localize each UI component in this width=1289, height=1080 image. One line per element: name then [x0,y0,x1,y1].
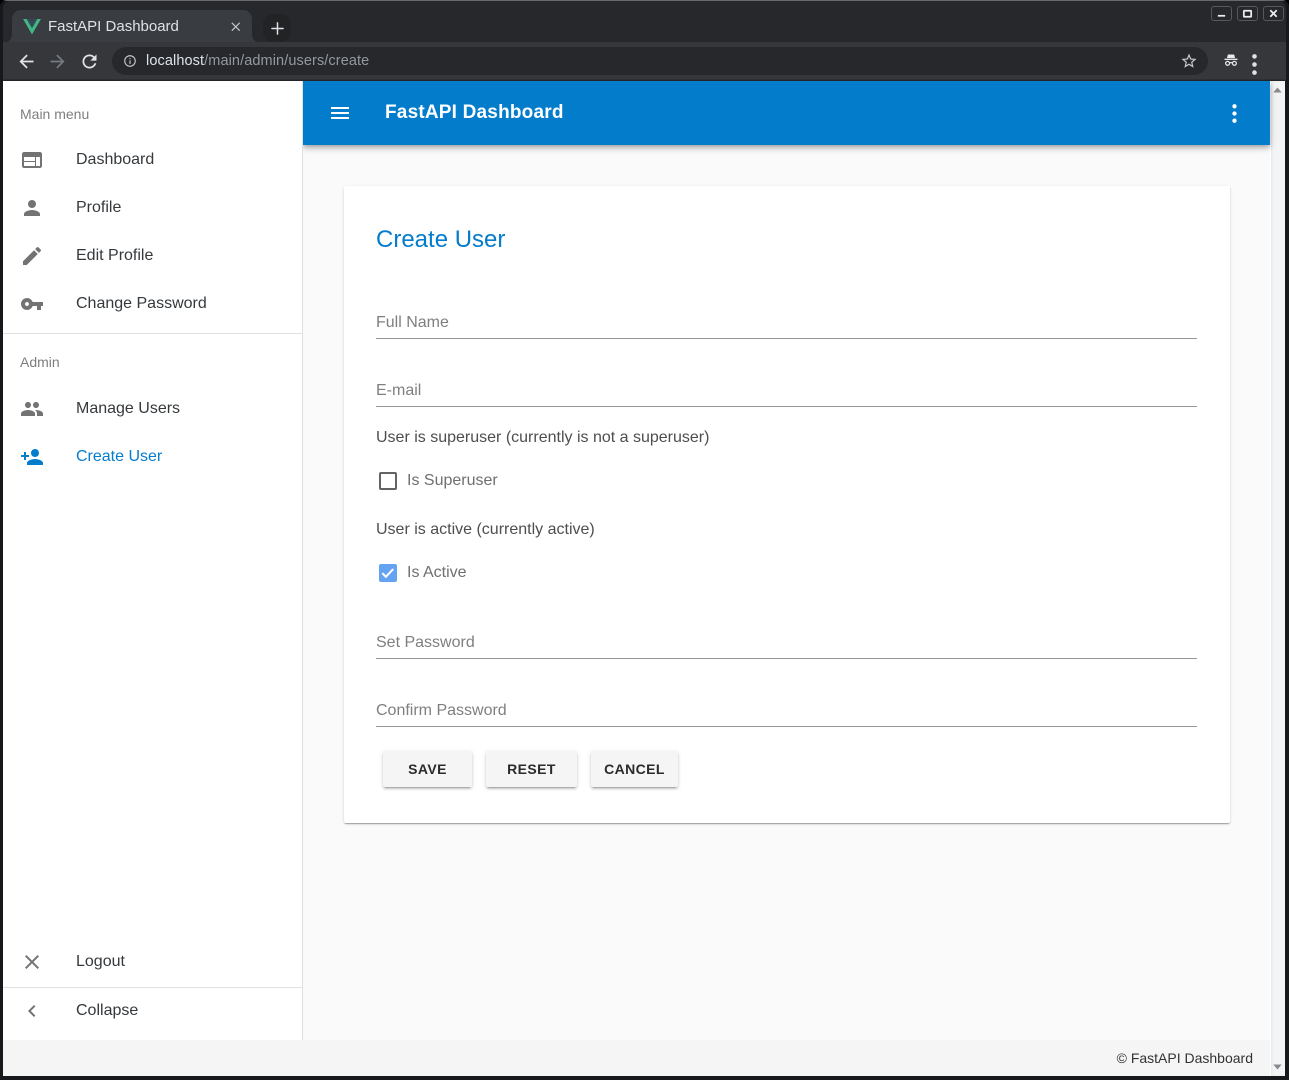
scrollbar-up-arrow[interactable] [1273,87,1282,93]
window-maximize-button[interactable] [1237,6,1258,21]
web-icon [20,148,44,172]
sidebar-caption-main-menu: Main menu [20,106,89,122]
person-icon [20,196,44,220]
page-viewport: FastAPI Dashboard Create User Full Name … [3,81,1285,1076]
window-controls [1211,6,1284,21]
sidebar-item-change-password[interactable]: Change Password [3,280,302,328]
reload-button[interactable] [79,51,100,72]
sidebar-item-label: Change Password [76,295,207,313]
browser-menu-icon[interactable] [1244,54,1265,75]
sidebar-item-profile[interactable]: Profile [3,184,302,232]
sidebar-item-dashboard[interactable]: Dashboard [3,136,302,184]
full-name-field[interactable]: Full Name [376,308,1197,339]
appbar-kebab-icon[interactable] [1232,104,1237,123]
window-close-button[interactable] [1263,6,1284,21]
browser-window: FastAPI Dashboard localhost/main/admin/u… [0,0,1289,1080]
forward-button[interactable] [47,51,68,72]
superuser-checkbox-row: Is Superuser [379,472,498,490]
sidebar-item-collapse[interactable]: Collapse [3,987,302,1035]
card-title: Create User [376,226,505,254]
sidebar-item-label: Profile [76,199,121,217]
incognito-icon [1224,54,1238,66]
set-password-field[interactable]: Set Password [376,628,1197,659]
active-checkbox[interactable] [379,564,397,582]
page-footer: © FastAPI Dashboard [3,1040,1270,1076]
main-content: Create User Full Name E-mail User is sup… [303,145,1270,1040]
browser-tab-strip: FastAPI Dashboard [3,1,1286,42]
create-user-card: Create User Full Name E-mail User is sup… [344,186,1230,823]
confirm-password-field[interactable]: Confirm Password [376,696,1197,727]
sidebar-item-label: Manage Users [76,400,180,418]
page-scrollbar[interactable] [1270,81,1285,1076]
screenshot: FastAPI Dashboard localhost/main/admin/u… [0,0,1289,1080]
full-name-placeholder: Full Name [376,314,449,332]
back-button[interactable] [16,51,37,72]
appbar-title: FastAPI Dashboard [385,102,564,124]
sidebar-item-create-user[interactable]: Create User [3,433,302,481]
scrollbar-down-arrow[interactable] [1273,1064,1282,1070]
superuser-helper-text: User is superuser (currently is not a su… [376,429,709,447]
url-host: localhost [146,53,204,69]
active-helper-text: User is active (currently active) [376,521,595,539]
url-path: /main/admin/users/create [204,53,369,69]
bookmark-star-icon[interactable] [1180,52,1198,75]
vue-favicon [23,19,41,35]
sidebar-item-label: Collapse [76,1002,138,1020]
superuser-checkbox[interactable] [379,472,397,490]
url-text: localhost/main/admin/users/create [146,53,369,69]
browser-toolbar: localhost/main/admin/users/create [3,42,1286,81]
sidebar-item-edit-profile[interactable]: Edit Profile [3,232,302,280]
superuser-checkbox-label: Is Superuser [407,472,498,490]
sidebar-item-label: Logout [76,953,125,971]
new-tab-button[interactable] [263,14,291,42]
save-button[interactable]: SAVE [383,751,472,787]
active-checkbox-row: Is Active [379,564,467,582]
button-row: SAVE RESET CANCEL [344,751,1230,787]
sidebar-item-label: Edit Profile [76,247,153,265]
sidebar-divider [3,333,302,334]
set-password-placeholder: Set Password [376,634,475,652]
browser-tab[interactable]: FastAPI Dashboard [12,10,252,43]
sidebar-item-label: Create User [76,448,162,466]
key-icon [20,292,44,316]
people-icon [20,397,44,421]
tab-close-icon[interactable] [227,18,244,35]
page: FastAPI Dashboard Create User Full Name … [3,81,1270,1076]
sidebar-caption-admin: Admin [20,354,60,370]
pencil-icon [20,244,44,268]
address-bar[interactable]: localhost/main/admin/users/create [112,47,1208,75]
app-bar: FastAPI Dashboard [303,81,1270,145]
window-minimize-button[interactable] [1211,6,1232,21]
site-info-icon[interactable] [123,54,137,68]
reset-button[interactable]: RESET [486,751,577,787]
cancel-button[interactable]: CANCEL [591,751,678,787]
sidebar-item-label: Dashboard [76,151,154,169]
tab-title: FastAPI Dashboard [48,18,227,35]
sidebar-item-manage-users[interactable]: Manage Users [3,385,302,433]
footer-copyright: © FastAPI Dashboard [1117,1050,1253,1066]
email-placeholder: E-mail [376,382,421,400]
confirm-password-placeholder: Confirm Password [376,702,507,720]
active-checkbox-label: Is Active [407,564,467,582]
sidebar-item-logout[interactable]: Logout [3,938,302,986]
person-add-icon [20,445,44,469]
navigation-drawer: Main menu Dashboard Profile Edit Profile [3,81,303,1040]
chevron-left-icon [20,999,44,1023]
close-icon [20,950,44,974]
email-field[interactable]: E-mail [376,376,1197,407]
hamburger-menu-icon[interactable] [331,101,351,125]
